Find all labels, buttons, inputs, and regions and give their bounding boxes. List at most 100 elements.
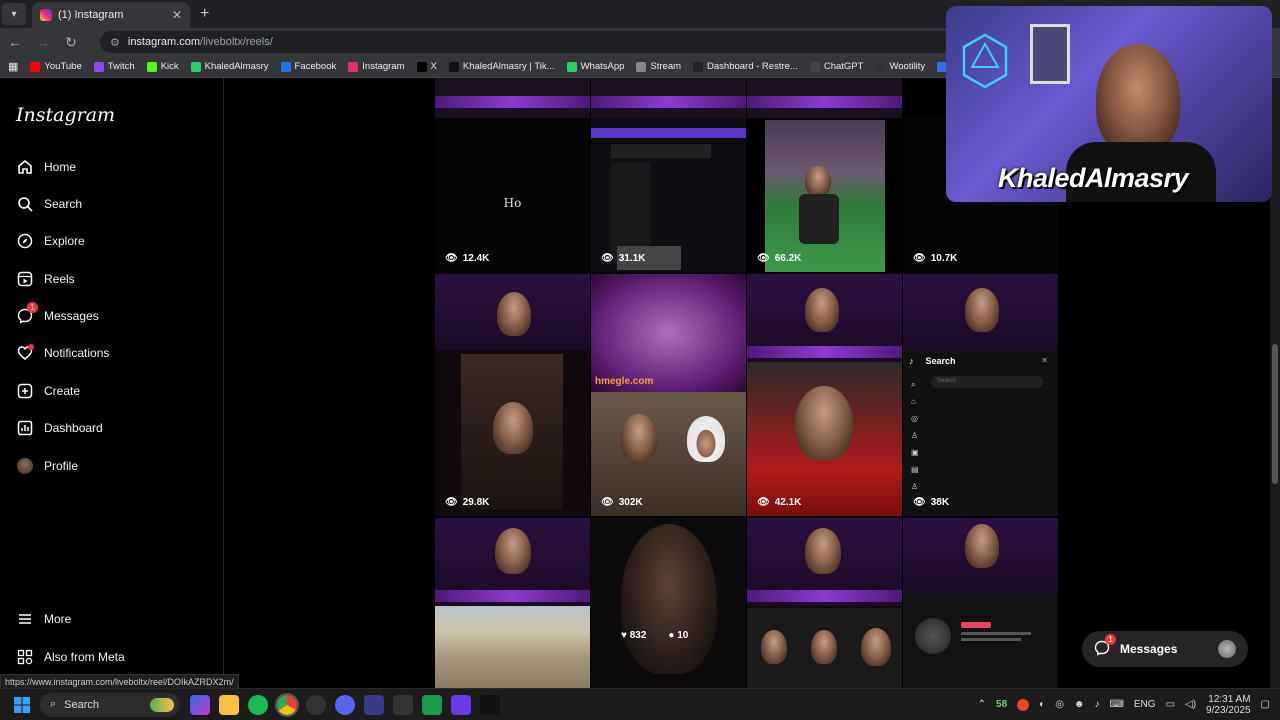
windows-start-icon[interactable] [12, 695, 32, 715]
messenger-icon: 1 [16, 302, 38, 325]
messages-badge: 1 [1105, 633, 1116, 645]
notification-center-icon[interactable]: ▢ [1261, 699, 1270, 710]
bookmark-favicon-icon [636, 61, 647, 72]
nav-dashboard[interactable]: Dashboard [16, 419, 103, 437]
discord-tray-icon[interactable]: ☻ [1074, 699, 1085, 710]
bookmark-item[interactable]: KhaledAlmasry | Tik... [448, 61, 555, 72]
reel-tile[interactable]: 👁 66.2K [747, 118, 902, 272]
bookmark-item[interactable]: Wootility [875, 61, 925, 72]
nav-home[interactable]: Home [16, 158, 76, 176]
street-video [435, 606, 590, 688]
nav-create[interactable]: Create [16, 382, 80, 400]
neon-logo-icon [962, 33, 1008, 89]
bookmark-item[interactable]: Stream [636, 61, 681, 72]
bookmark-item[interactable]: Dashboard - Restre... [693, 61, 798, 72]
scrollbar-thumb[interactable] [1272, 344, 1278, 484]
bookmark-item[interactable]: Kick [146, 61, 179, 72]
nav-notifications[interactable]: Notifications [16, 344, 109, 362]
tray-app-icon[interactable]: ◐ [1039, 699, 1045, 710]
tab-search-button[interactable]: ▾ [2, 3, 26, 25]
network-icon[interactable]: ▭ [1166, 699, 1175, 710]
reel-tile[interactable] [903, 518, 1058, 688]
windows-taskbar: ⌕ Search ⌃ 58 ◐ ◎ ☻ ♪ ⌨ ENG ▭ ◁) 12:31 A… [0, 688, 1280, 720]
reel-tile[interactable] [435, 518, 590, 688]
capcut-icon[interactable] [480, 694, 500, 715]
webcam-overlay: KhaledAlmasry [946, 6, 1272, 202]
bookmark-label: X [430, 61, 437, 72]
nav-messages[interactable]: 1 Messages [16, 302, 99, 325]
keyboard-icon[interactable] [393, 694, 413, 715]
view-count-value: 12.4K [462, 253, 490, 264]
bookmark-item[interactable]: ChatGPT [809, 61, 863, 72]
bookmark-item[interactable]: Facebook [280, 61, 336, 72]
reel-tile[interactable]: ♥ 832 ● 10 [591, 518, 746, 688]
nav-profile[interactable]: Profile [16, 457, 78, 475]
reel-tile[interactable]: 👁 42.1K [747, 274, 902, 516]
nav-messages-label: Messages [44, 309, 99, 323]
new-tab-button[interactable]: + [200, 5, 209, 23]
instagram-logo[interactable]: Instagram [16, 104, 115, 126]
bookmark-item[interactable]: Instagram [348, 61, 405, 72]
reel-tile[interactable]: ♪ Search ✕ Search ⌕ ⌂ ◎ ♙ ▣ ▤ ♙ 👁 38K [903, 274, 1058, 516]
chrome-icon[interactable] [275, 692, 299, 717]
spotify-icon[interactable] [248, 694, 268, 715]
reel-tile[interactable] [747, 78, 902, 118]
chevron-up-icon[interactable]: ⌃ [978, 699, 986, 710]
reel-tile[interactable] [747, 518, 902, 688]
volume-icon[interactable]: ◁) [1185, 699, 1196, 710]
forward-icon[interactable]: → [36, 34, 50, 50]
reel-tile[interactable]: hmegle.com 👁 302K [591, 274, 746, 516]
microphone-icon[interactable]: ♪ [1094, 699, 1099, 710]
file-explorer-icon[interactable] [219, 694, 239, 715]
nav-dashboard-label: Dashboard [44, 421, 103, 435]
reel-tile[interactable]: 👁 31.1K [591, 118, 746, 272]
gamepad-icon[interactable] [451, 694, 471, 715]
address-bar[interactable]: ⚙ instagram.com/liveboltx/reels/ [100, 31, 960, 53]
tray-app-icon[interactable]: ⌨ [1109, 699, 1123, 710]
nav-search[interactable]: Search [16, 195, 82, 213]
streamer [805, 528, 841, 574]
view-count: 👁 302K [601, 497, 643, 508]
bookmark-item[interactable]: KhaledAlmasry [190, 61, 269, 72]
bookmark-item[interactable]: Twitch [93, 61, 135, 72]
reel-tile[interactable]: Ho 👁 12.4K [435, 118, 590, 272]
streamer [495, 528, 531, 574]
tray-app-icon[interactable] [1017, 698, 1030, 711]
nav-more[interactable]: More [16, 610, 71, 628]
tiktok-side-icons: ⌕ ⌂ ◎ ♙ ▣ ▤ ♙ [911, 380, 919, 491]
store-icon[interactable] [422, 694, 442, 715]
system-tray: ⌃ 58 ◐ ◎ ☻ ♪ ⌨ ENG ▭ ◁) 12:31 AM 9/23/202… [978, 694, 1270, 716]
language-indicator[interactable]: ENG [1134, 699, 1156, 710]
app-icon[interactable] [364, 694, 384, 715]
back-icon[interactable]: ← [8, 34, 22, 50]
reel-tile[interactable] [435, 78, 590, 118]
bookmark-item[interactable]: YouTube [30, 61, 82, 72]
reel-tile[interactable]: 👁 29.8K [435, 274, 590, 516]
bookmark-item[interactable]: WhatsApp [566, 61, 624, 72]
browser-tab[interactable]: (1) Instagram ✕ [32, 2, 190, 28]
taskbar-search[interactable]: ⌕ Search [40, 692, 180, 717]
nav-explore[interactable]: Explore [16, 232, 85, 250]
bookmark-label: Wootility [889, 61, 926, 72]
nav-explore-label: Explore [44, 234, 85, 248]
heart-icon [16, 344, 34, 362]
reel-text-overlay: Ho [503, 196, 522, 210]
bookmark-label: YouTube [44, 61, 82, 72]
tray-app-icon[interactable]: ◎ [1055, 699, 1064, 710]
clock[interactable]: 12:31 AM 9/23/2025 [1206, 694, 1251, 716]
reel-tile[interactable] [591, 78, 746, 118]
eye-icon: 👁 [601, 497, 614, 508]
discord-icon[interactable] [335, 694, 355, 715]
stream-banner [591, 96, 746, 108]
bookmark-item[interactable]: X [416, 61, 437, 72]
reload-icon[interactable]: ↻ [64, 34, 78, 51]
copilot-icon[interactable] [190, 694, 210, 715]
close-tab-icon[interactable]: ✕ [172, 8, 182, 22]
nav-reels[interactable]: Reels [16, 270, 75, 288]
messages-floating-button[interactable]: 1 Messages [1082, 631, 1248, 667]
obs-icon[interactable] [306, 694, 326, 715]
site-info-icon[interactable]: ⚙ [110, 36, 120, 49]
apps-grid-icon[interactable]: ▦ [8, 60, 18, 73]
nav-also-from-meta[interactable]: Also from Meta [16, 648, 125, 666]
person-face [761, 630, 787, 664]
